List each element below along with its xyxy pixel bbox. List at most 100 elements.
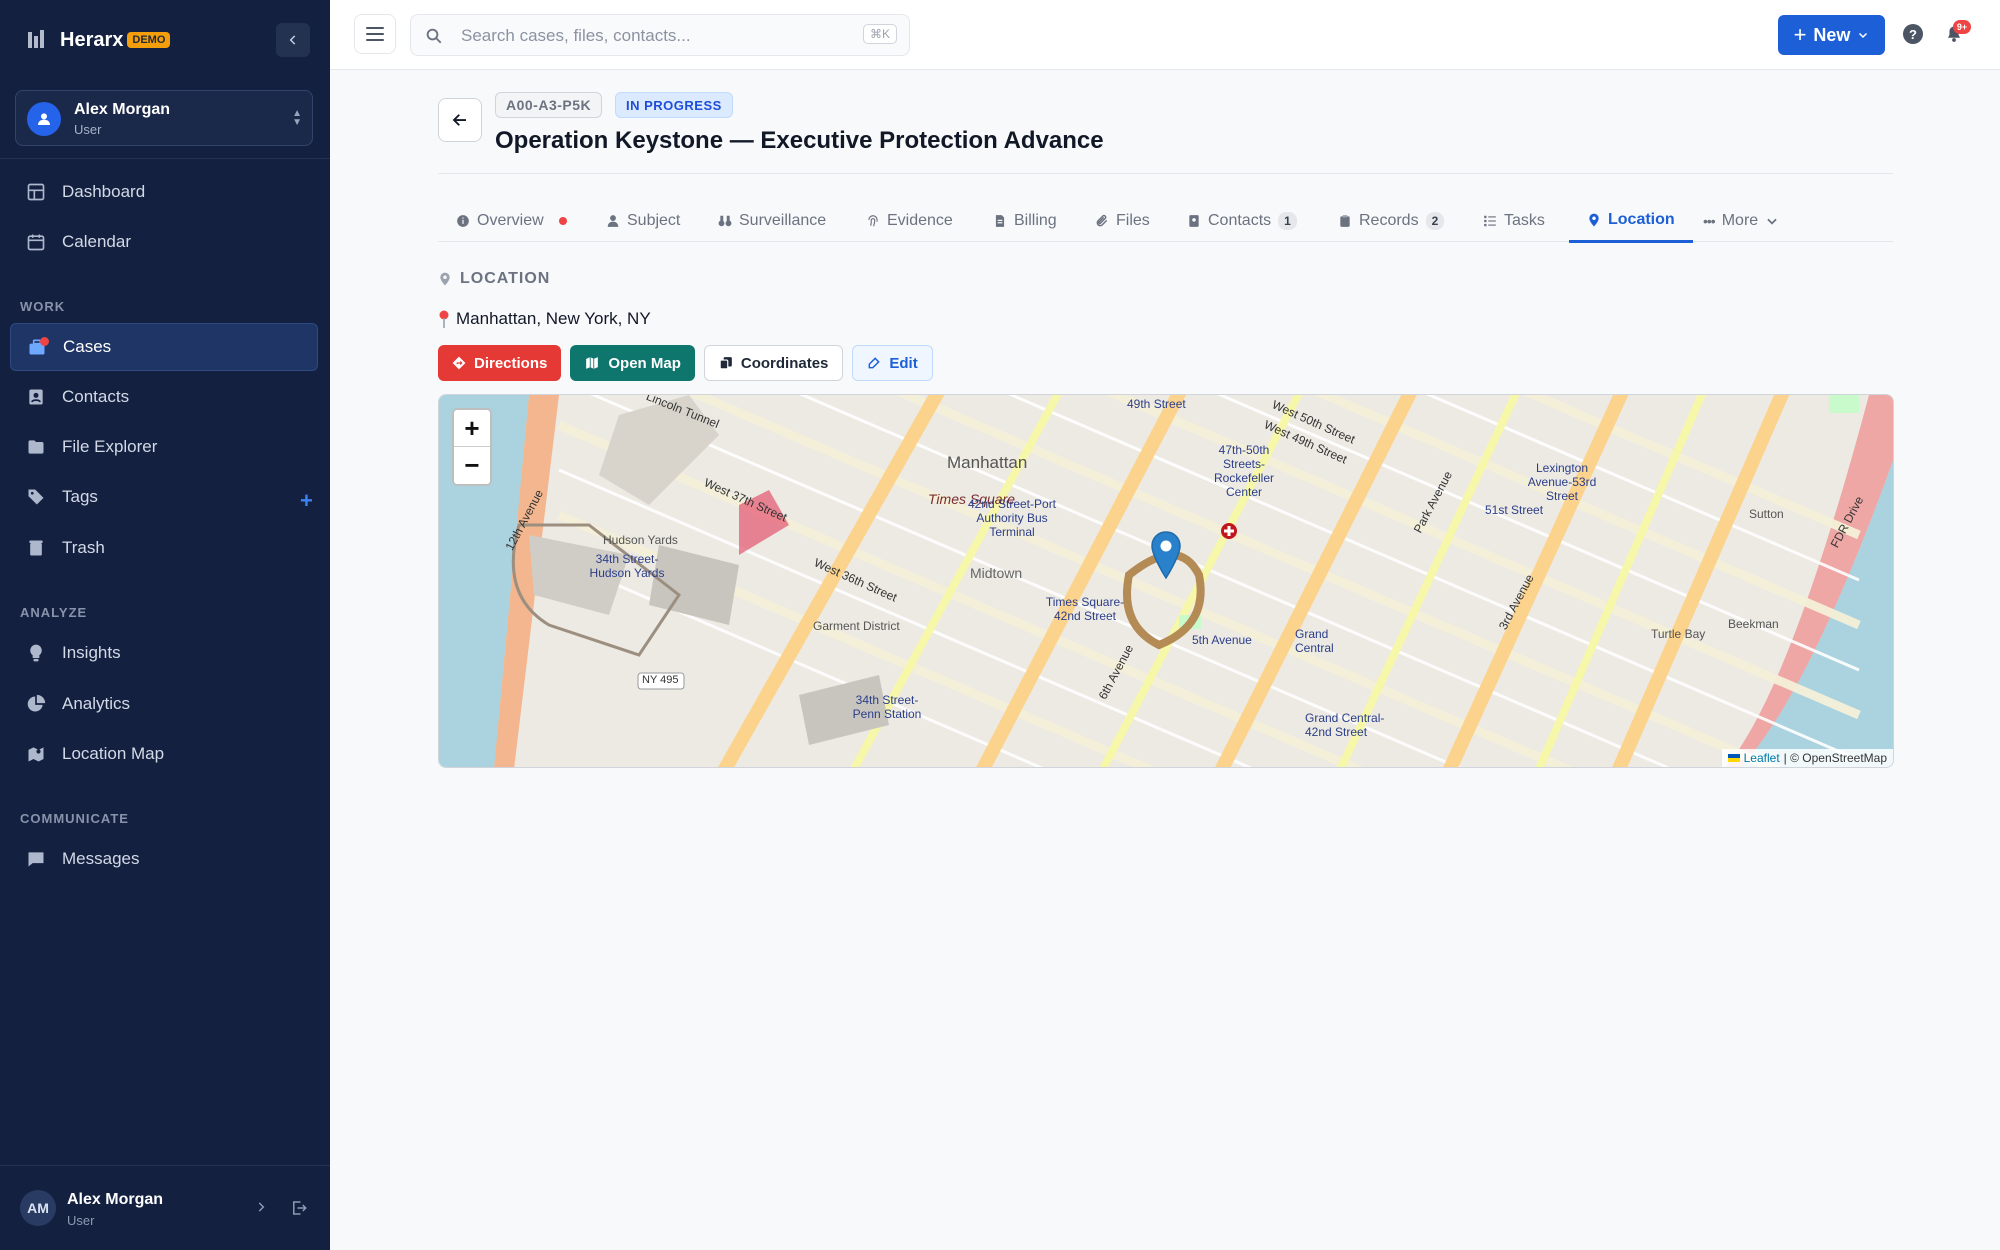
case-id-badge: A00-A3-P5K — [495, 92, 603, 118]
account-switcher[interactable]: Alex Morgan User ▲ ▼ — [15, 90, 313, 146]
zoom-out-button[interactable]: − — [454, 447, 490, 484]
search-icon — [426, 28, 442, 44]
top-bar: ⌘K + New ? 9+ — [330, 0, 2000, 70]
section-label-communicate: COMMUNICATE — [20, 811, 129, 826]
directions-label: Directions — [474, 354, 548, 372]
search-shortcut: ⌘K — [862, 24, 897, 44]
tab-contacts[interactable]: Contacts 1 — [1169, 200, 1315, 242]
tab-label: Contacts — [1208, 212, 1272, 229]
avatar — [27, 102, 61, 136]
location-address: Manhattan, New York, NY — [438, 309, 651, 329]
tab-location[interactable]: Location — [1569, 200, 1693, 243]
tab-evidence[interactable]: Evidence — [848, 200, 971, 242]
copy-coordinates-button[interactable]: Coordinates — [703, 345, 844, 381]
zoom-in-button[interactable]: + — [454, 410, 490, 447]
brand[interactable]: Herarx DEMO — [24, 22, 171, 58]
avatar: AM — [20, 1190, 56, 1226]
global-search[interactable]: ⌘K — [410, 14, 910, 56]
nav-label: Cases — [63, 337, 112, 356]
edit-label: Edit — [889, 354, 918, 372]
user-icon — [607, 215, 619, 227]
location-heading-label: LOCATION — [460, 270, 551, 287]
address-text: Manhattan, New York, NY — [456, 309, 651, 328]
tab-label: Evidence — [887, 212, 953, 229]
search-input[interactable] — [461, 23, 841, 49]
new-button-label: New — [1813, 24, 1851, 45]
tab-label: Records — [1359, 212, 1419, 229]
case-tabs: Overview Subject Surveillance Evidence B… — [438, 200, 1893, 243]
location-heading: LOCATION — [438, 270, 550, 288]
nav-messages[interactable]: Messages — [10, 835, 318, 883]
tab-files[interactable]: Files — [1077, 200, 1168, 242]
nav-insights[interactable]: Insights — [10, 629, 318, 677]
nav-label: Contacts — [62, 387, 130, 406]
directions-button[interactable]: Directions — [438, 345, 562, 381]
map-tiles — [439, 395, 1893, 767]
map-pin-icon — [440, 272, 450, 286]
hamburger-icon — [366, 27, 384, 41]
nav-location-map[interactable]: Location Map — [10, 730, 318, 778]
hospital-icon — [1221, 523, 1237, 539]
sidebar: Herarx DEMO Alex Morgan User ▲ ▼ Dashboar… — [0, 0, 330, 1250]
info-icon — [457, 215, 469, 227]
copy-icon — [719, 357, 732, 370]
nav-label: Insights — [62, 643, 121, 662]
binoculars-icon — [718, 215, 732, 227]
nav-label: Dashboard — [62, 182, 146, 201]
tab-subject[interactable]: Subject — [588, 200, 698, 242]
nav-dashboard[interactable]: Dashboard — [10, 168, 318, 216]
plus-icon: + — [1793, 22, 1807, 47]
tab-count-badge: 1 — [1278, 212, 1297, 230]
map-marker-icon[interactable] — [1151, 531, 1181, 579]
arrow-left-icon — [452, 114, 466, 126]
nav-contacts[interactable]: Contacts — [10, 373, 318, 421]
add-tag-icon[interactable]: + — [300, 488, 313, 514]
new-button[interactable]: + New — [1778, 15, 1885, 55]
chevron-right-icon[interactable] — [254, 1200, 268, 1214]
status-badge: IN PROGRESS — [615, 92, 733, 118]
map-pin-icon — [1589, 213, 1599, 227]
nav-label: Calendar — [62, 232, 131, 251]
tab-tasks[interactable]: Tasks — [1465, 200, 1563, 242]
open-map-button[interactable]: Open Map — [570, 345, 695, 381]
lightbulb-icon — [30, 644, 42, 662]
footer-user-name: Alex Morgan — [67, 1191, 164, 1208]
tab-label: Location — [1608, 211, 1675, 228]
nav-file-explorer[interactable]: File Explorer — [10, 423, 318, 471]
invoice-icon — [995, 215, 1005, 227]
tab-more[interactable]: ••• More — [1685, 200, 1797, 242]
clipboard-icon — [1340, 215, 1350, 227]
sidebar-footer-user: AM Alex Morgan User — [0, 1165, 330, 1250]
logout-icon[interactable] — [290, 1199, 308, 1217]
pushpin-icon — [439, 310, 449, 328]
contacts-icon — [29, 389, 43, 405]
edit-location-button[interactable]: Edit — [852, 345, 933, 381]
nav-label: File Explorer — [62, 437, 158, 456]
tab-records[interactable]: Records 2 — [1320, 200, 1462, 242]
fingerprint-icon — [868, 215, 878, 227]
paperclip-icon — [1096, 214, 1108, 227]
tab-label: Overview — [477, 212, 544, 229]
nav-label: Messages — [62, 849, 140, 868]
divider — [438, 173, 1893, 174]
collapse-sidebar-button[interactable] — [276, 23, 310, 57]
tab-label: Surveillance — [739, 212, 827, 229]
help-icon[interactable]: ? — [1903, 24, 1923, 44]
back-button[interactable] — [438, 98, 482, 142]
tab-label: Billing — [1014, 212, 1057, 229]
nav-trash[interactable]: Trash — [10, 524, 318, 572]
tab-surveillance[interactable]: Surveillance — [700, 200, 844, 242]
nav-tags[interactable]: Tags — [10, 473, 318, 521]
menu-toggle-button[interactable] — [354, 14, 396, 54]
leaflet-link[interactable]: Leaflet — [1744, 751, 1780, 765]
switch-account-icon: ▲ ▼ — [292, 108, 302, 128]
nav-analytics[interactable]: Analytics — [10, 680, 318, 728]
nav-calendar[interactable]: Calendar — [10, 218, 318, 266]
nav-cases[interactable]: Cases — [10, 323, 318, 371]
footer-user-role: User — [67, 1213, 95, 1228]
tab-billing[interactable]: Billing — [975, 200, 1075, 242]
tab-overview[interactable]: Overview — [438, 200, 585, 242]
demo-badge: DEMO — [127, 32, 171, 48]
chevron-left-icon — [289, 35, 296, 45]
location-map[interactable]: Manhattan Times Square Midtown Hudson Ya… — [438, 394, 1894, 768]
